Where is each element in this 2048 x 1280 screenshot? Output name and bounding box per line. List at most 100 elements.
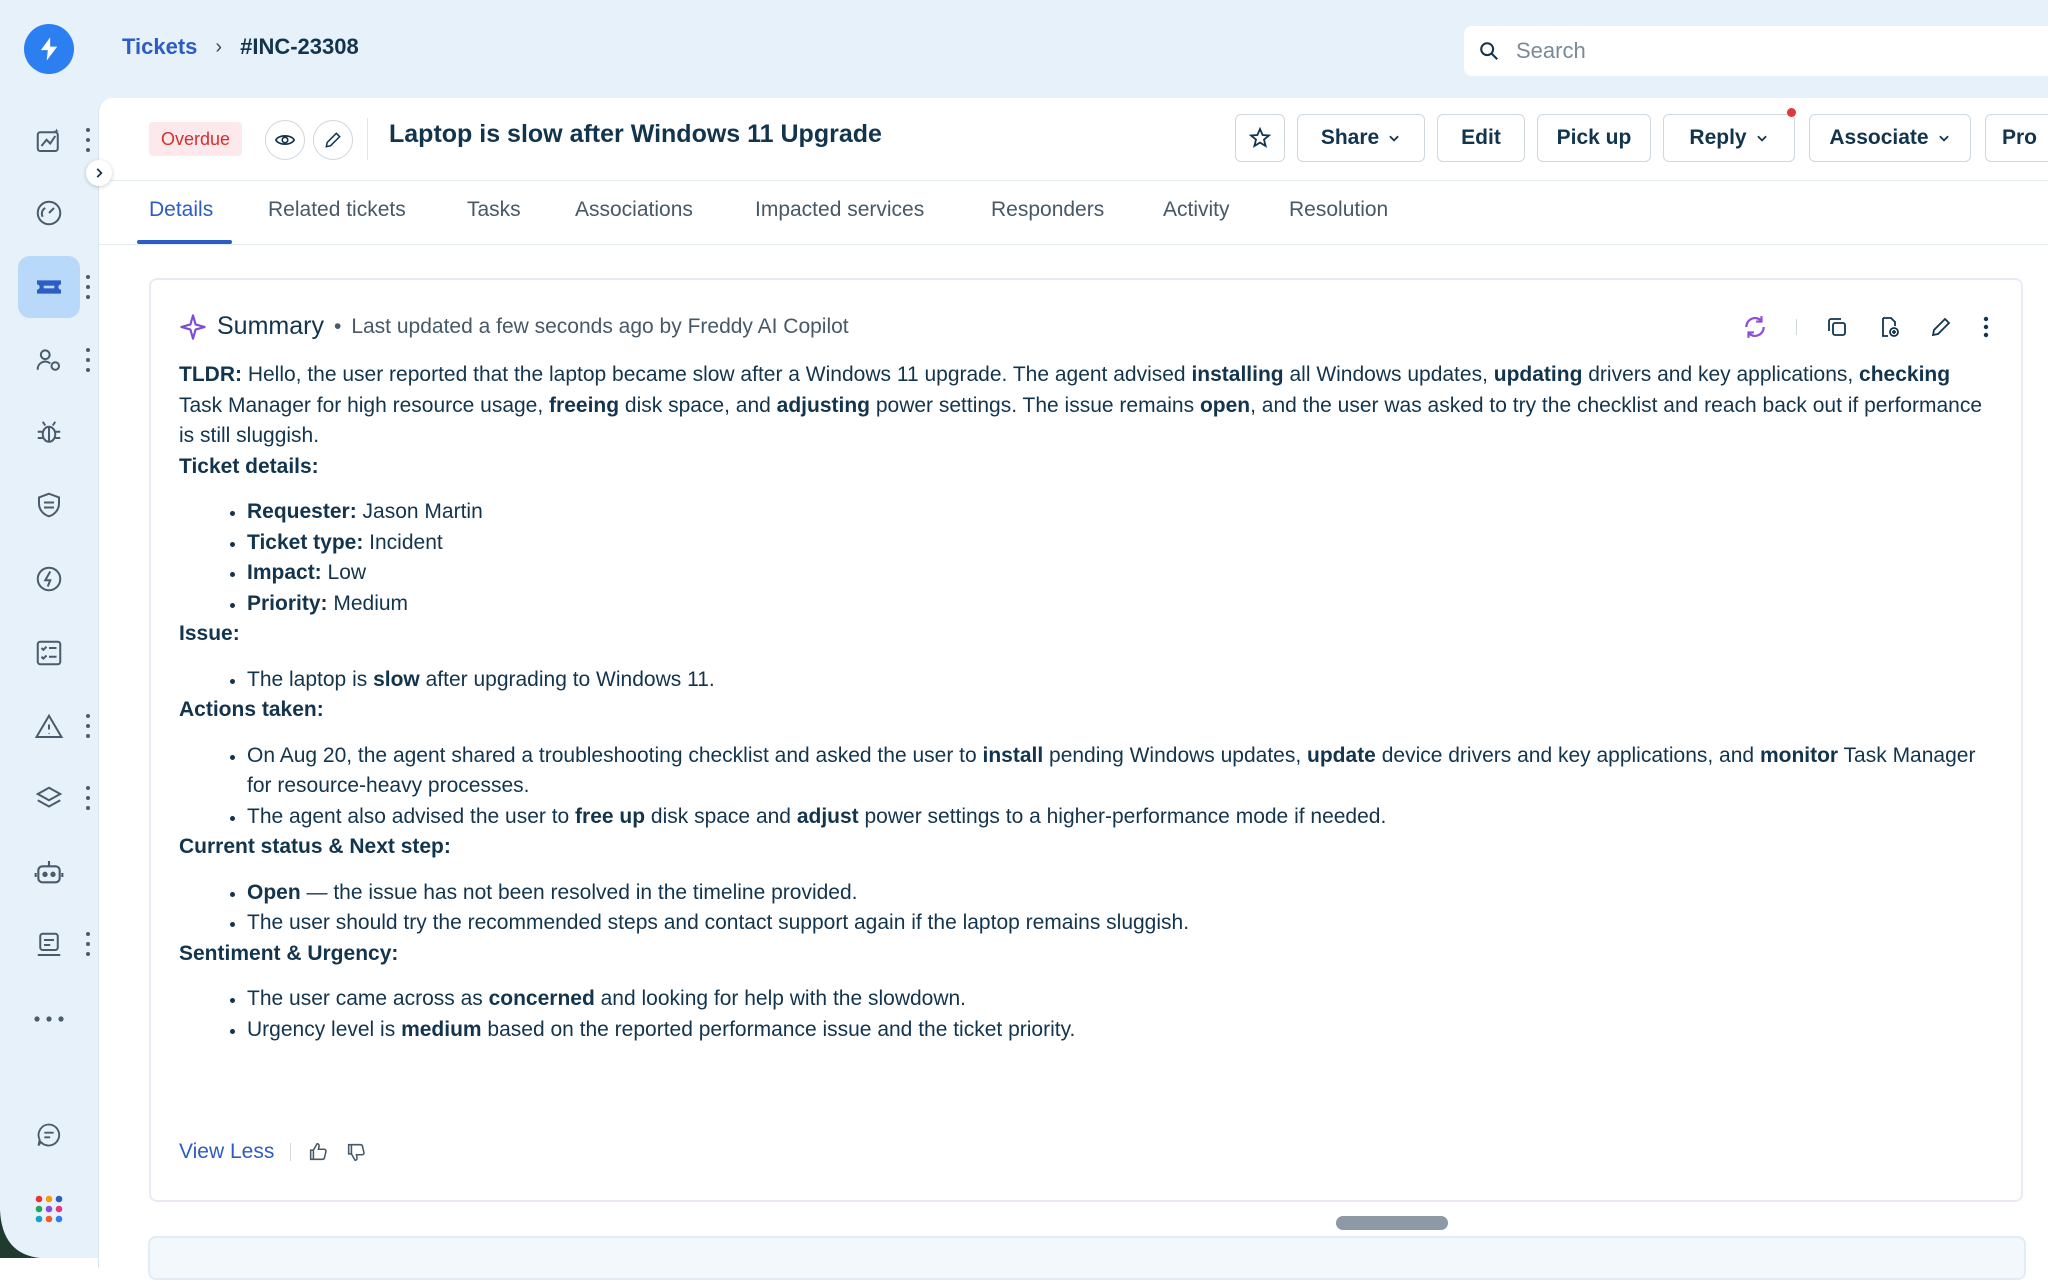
- reply-button[interactable]: Reply: [1663, 114, 1795, 162]
- tldr-emphasis: installing: [1191, 363, 1284, 386]
- list-item: The user should try the recommended step…: [247, 908, 1991, 939]
- nav-security[interactable]: [18, 474, 80, 536]
- nav-tickets[interactable]: [18, 256, 80, 318]
- breadcrumb-separator: ›: [215, 35, 223, 58]
- reply-label: Reply: [1689, 126, 1747, 149]
- tab-tasks[interactable]: Tasks: [467, 198, 521, 222]
- list-text: and looking for help with the slowdown.: [594, 987, 967, 1010]
- chat-icon: [37, 1123, 61, 1147]
- list-emphasis: Open: [247, 880, 301, 904]
- dashboard-gauge-icon: [36, 200, 62, 226]
- bot-icon: [34, 861, 64, 884]
- list-emphasis: install: [982, 743, 1044, 767]
- ticket-title: Laptop is slow after Windows 11 Upgrade: [389, 120, 882, 148]
- impact-label: Impact:: [247, 561, 322, 584]
- tab-associations[interactable]: Associations: [575, 198, 693, 222]
- summary-footer: View Less: [179, 1140, 367, 1164]
- associate-button[interactable]: Associate: [1809, 114, 1971, 162]
- tldr-text: Task Manager for high resource usage,: [179, 393, 550, 417]
- horizontal-scrollbar[interactable]: [1336, 1216, 1448, 1230]
- nav-tickets-menu[interactable]: [83, 275, 93, 299]
- pencil-icon: [325, 132, 341, 148]
- nav-chat[interactable]: [18, 1104, 80, 1166]
- impact-value: Low: [321, 561, 367, 584]
- nav-more[interactable]: [18, 988, 80, 1050]
- breadcrumb-tickets-link[interactable]: Tickets: [122, 34, 197, 60]
- breadcrumb: Tickets › #INC-23308: [122, 34, 359, 60]
- nav-alerts[interactable]: [18, 696, 80, 758]
- ticket-panel: Overdue Laptop is slow after Windows 11 …: [98, 98, 2048, 1268]
- more-actions-button[interactable]: Pro: [1985, 114, 2048, 162]
- tldr-label: TLDR:: [179, 363, 242, 386]
- search-input[interactable]: Search: [1464, 26, 2048, 76]
- summary-content: TLDR: Hello, the user reported that the …: [179, 360, 1991, 1045]
- tab-responders[interactable]: Responders: [991, 198, 1104, 222]
- nav-problems[interactable]: [18, 402, 80, 464]
- thumbs-down-icon[interactable]: [345, 1141, 367, 1163]
- share-button[interactable]: Share: [1297, 114, 1425, 162]
- nav-analytics[interactable]: [18, 110, 80, 172]
- nav-bots[interactable]: [18, 842, 80, 904]
- list-item: On Aug 20, the agent shared a troublesho…: [247, 741, 1991, 802]
- list-text: The laptop is: [247, 667, 374, 691]
- nav-reports[interactable]: [18, 914, 80, 976]
- nav-alerts-menu[interactable]: [83, 714, 93, 738]
- list-item: Impact: Low: [247, 558, 1991, 589]
- tab-related-tickets[interactable]: Related tickets: [268, 198, 406, 222]
- nav-assets[interactable]: [18, 768, 80, 830]
- tab-resolution[interactable]: Resolution: [1289, 198, 1388, 222]
- list-emphasis: adjust: [796, 804, 859, 828]
- nav-analytics-menu[interactable]: [83, 128, 93, 152]
- nav-users[interactable]: [18, 330, 80, 392]
- sidebar-expand-button[interactable]: [86, 160, 112, 186]
- ticket-tabs: Details Related tickets Tasks Associatio…: [99, 180, 2048, 245]
- ticket-type-value: Incident: [363, 530, 443, 554]
- thumbs-up-icon[interactable]: [307, 1141, 329, 1163]
- copy-icon[interactable]: [1825, 315, 1849, 339]
- list-emphasis: monitor: [1759, 743, 1839, 767]
- list-emphasis: update: [1307, 743, 1376, 767]
- pencil-icon[interactable]: [1929, 315, 1953, 339]
- pick-up-button[interactable]: Pick up: [1537, 114, 1651, 162]
- add-note-icon[interactable]: [1877, 315, 1901, 339]
- requester-label: Requester:: [247, 500, 357, 523]
- nav-assets-menu[interactable]: [83, 786, 93, 810]
- pick-up-label: Pick up: [1556, 126, 1632, 149]
- list-item: Ticket type: Incident: [247, 528, 1991, 559]
- tldr-text: Hello, the user reported that the laptop…: [241, 363, 1192, 386]
- edit-label: Edit: [1461, 126, 1501, 149]
- edit-title-button[interactable]: [313, 120, 353, 160]
- view-less-link[interactable]: View Less: [179, 1140, 274, 1164]
- breadcrumb-current: #INC-23308: [240, 34, 359, 59]
- analytics-icon: [36, 128, 60, 152]
- list-item: Requester: Jason Martin: [247, 497, 1991, 528]
- tldr-text: power settings. The issue remains: [870, 393, 1200, 417]
- tab-impacted-services[interactable]: Impacted services: [755, 198, 924, 222]
- tldr-emphasis: adjusting: [776, 393, 870, 417]
- nav-tasks[interactable]: [18, 622, 80, 684]
- shield-icon: [38, 492, 60, 518]
- chevron-down-icon: [1756, 135, 1767, 142]
- list-text: pending Windows updates,: [1043, 743, 1308, 767]
- tab-details[interactable]: Details: [149, 198, 213, 222]
- nav-users-menu[interactable]: [83, 348, 93, 372]
- edit-button[interactable]: Edit: [1437, 114, 1525, 162]
- kebab-menu-icon[interactable]: [1981, 315, 1991, 339]
- change-icon: [36, 566, 62, 592]
- nav-reports-menu[interactable]: [83, 932, 93, 956]
- star-icon: [1248, 126, 1272, 148]
- app-logo[interactable]: [24, 24, 74, 74]
- chevron-down-icon: [1938, 135, 1949, 142]
- summary-dot: •: [333, 314, 342, 338]
- tab-activity[interactable]: Activity: [1163, 198, 1230, 222]
- regenerate-icon[interactable]: [1742, 314, 1768, 340]
- nav-dashboard[interactable]: [18, 182, 80, 244]
- window-corner: [0, 1210, 40, 1258]
- footer-divider: [290, 1143, 292, 1161]
- list-item: Urgency level is medium based on the rep…: [247, 1015, 1991, 1046]
- star-button[interactable]: [1235, 114, 1285, 162]
- list-item: The laptop is slow after upgrading to Wi…: [247, 665, 1991, 696]
- tldr-emphasis: freeing: [549, 393, 620, 417]
- watch-button[interactable]: [265, 120, 305, 160]
- nav-changes[interactable]: [18, 548, 80, 610]
